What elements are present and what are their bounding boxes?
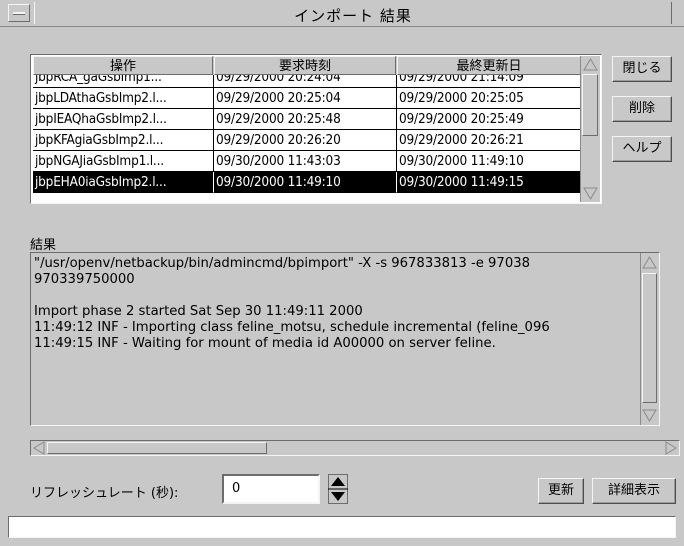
cell-operation: jbpKFAgiaGsbImp2.l... (33, 130, 214, 151)
result-scroll-thumb[interactable] (642, 273, 657, 403)
refresh-rate-input[interactable]: 0 (222, 474, 320, 504)
import-jobs-table: 操作 要求時刻 最終更新日 jbpRCA_gaGsbImp1... 09/29/… (30, 54, 602, 204)
table-row[interactable]: jbpIEAQhaGsbImp2.l... 09/29/2000 20:25:4… (33, 109, 581, 130)
cell-requested-time: 09/29/2000 20:25:48 (214, 109, 397, 130)
scroll-down-arrow-icon[interactable] (642, 408, 657, 423)
cell-operation: jbpNGAJiaGsbImp1.l... (33, 151, 214, 172)
cell-last-updated: 09/30/2000 11:49:10 (397, 151, 581, 172)
horizontal-scroll-thumb[interactable] (47, 442, 267, 454)
cell-requested-time: 09/29/2000 20:25:04 (214, 88, 397, 109)
cell-last-updated: 09/29/2000 21:14:09 (397, 75, 581, 88)
title-frame: インポート 結果 (34, 2, 672, 25)
table-row-selected[interactable]: jbpEHA0iaGsbImp2.l... 09/30/2000 11:49:1… (33, 172, 581, 193)
scroll-up-arrow-icon[interactable] (583, 57, 598, 72)
cell-requested-time: 09/30/2000 11:43:03 (214, 151, 397, 172)
cell-operation: jbpEHA0iaGsbImp2.l... (33, 172, 214, 193)
status-bar (8, 516, 676, 538)
column-header-operation[interactable]: 操作 (33, 56, 213, 75)
refresh-rate-label: リフレッシュレート (秒): (30, 486, 179, 501)
result-horizontal-scrollbar[interactable] (30, 440, 680, 456)
table-body: jbpRCA_gaGsbImp1... 09/29/2000 20:24:04 … (33, 75, 581, 201)
table-header: 操作 要求時刻 最終更新日 (33, 56, 581, 75)
table-scroll-thumb[interactable] (582, 74, 598, 136)
cell-requested-time: 09/29/2000 20:26:20 (214, 130, 397, 151)
table-row[interactable]: jbpNGAJiaGsbImp1.l... 09/30/2000 11:43:0… (33, 151, 581, 172)
delete-button[interactable]: 削除 (612, 96, 672, 122)
result-log-text: "/usr/openv/netbackup/bin/admincmd/bpimp… (34, 256, 550, 351)
window-menu-button[interactable] (8, 4, 30, 22)
table-vertical-scrollbar[interactable] (580, 56, 600, 202)
cell-last-updated: 09/30/2000 11:49:15 (397, 172, 581, 193)
scroll-right-arrow-icon[interactable] (664, 441, 678, 455)
scroll-left-arrow-icon[interactable] (32, 441, 46, 455)
result-log-panel: "/usr/openv/netbackup/bin/admincmd/bpimp… (30, 252, 660, 426)
cell-requested-time: 09/29/2000 20:24:04 (214, 75, 397, 88)
scroll-up-arrow-icon[interactable] (642, 255, 657, 270)
help-button[interactable]: ヘルプ (612, 136, 672, 162)
update-button[interactable]: 更新 (538, 478, 584, 504)
title-bar: インポート 結果 (0, 0, 684, 27)
cell-operation: jbpIEAQhaGsbImp2.l... (33, 109, 214, 130)
table-row[interactable]: jbpRCA_gaGsbImp1... 09/29/2000 20:24:04 … (33, 75, 581, 88)
cell-requested-time: 09/30/2000 11:49:10 (214, 172, 397, 193)
column-header-requested-time[interactable]: 要求時刻 (214, 56, 396, 75)
refresh-rate-spinner-icon[interactable] (328, 474, 348, 504)
window-title: インポート 結果 (294, 7, 412, 25)
column-header-last-updated[interactable]: 最終更新日 (397, 56, 581, 75)
close-button[interactable]: 閉じる (612, 56, 672, 82)
cell-last-updated: 09/29/2000 20:25:49 (397, 109, 581, 130)
scroll-down-arrow-icon[interactable] (583, 186, 598, 201)
details-button[interactable]: 詳細表示 (592, 478, 676, 504)
cell-last-updated: 09/29/2000 20:25:05 (397, 88, 581, 109)
cell-last-updated: 09/29/2000 20:26:21 (397, 130, 581, 151)
table-row[interactable]: jbpLDAthaGsbImp2.l... 09/29/2000 20:25:0… (33, 88, 581, 109)
result-label: 結果 (30, 238, 57, 253)
cell-operation: jbpLDAthaGsbImp2.l... (33, 88, 214, 109)
cell-operation: jbpRCA_gaGsbImp1... (33, 75, 214, 88)
table-row[interactable]: jbpKFAgiaGsbImp2.l... 09/29/2000 20:26:2… (33, 130, 581, 151)
result-vertical-scrollbar[interactable] (640, 253, 659, 425)
